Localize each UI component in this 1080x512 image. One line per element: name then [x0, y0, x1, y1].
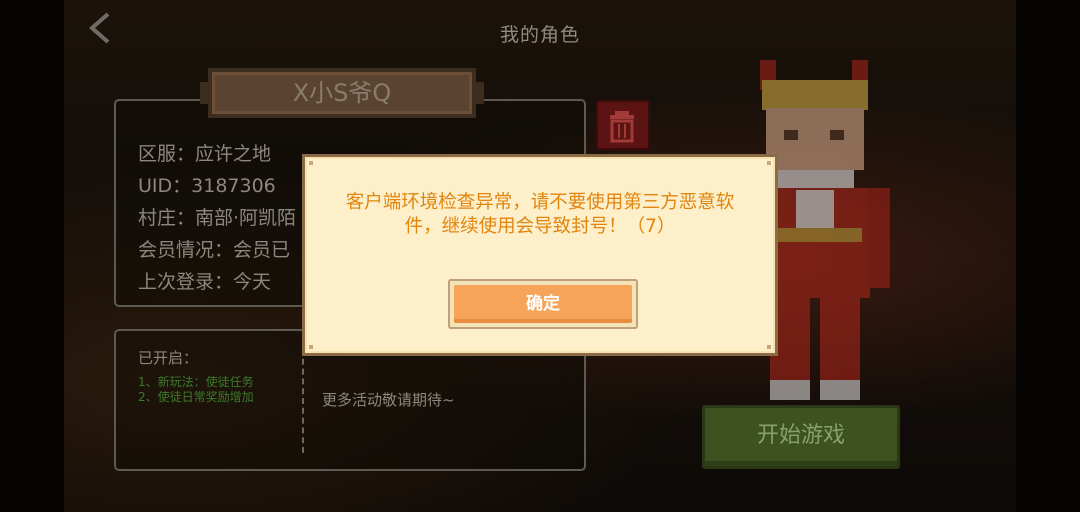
warning-dialog: 客户端环境检查异常，请不要使用第三方恶意软件，继续使用会导致封号！（7） 确定	[302, 154, 778, 356]
page-title: 我的角色	[499, 24, 580, 46]
trash-icon	[610, 111, 634, 143]
last-login-info: 上次登录：今天	[138, 271, 272, 293]
corner-ornament	[309, 345, 313, 349]
events-divider	[302, 349, 304, 453]
corner-ornament	[309, 161, 313, 165]
role-name: X小S爷Q	[292, 79, 392, 107]
right-letterbox	[1016, 0, 1080, 512]
confirm-button[interactable]: 确定	[448, 279, 638, 329]
more-events-text: 更多活动敬请期待~	[322, 391, 455, 409]
start-game-label: 开始游戏	[756, 423, 845, 448]
event-item: 2、使徒日常奖励增加	[138, 390, 254, 404]
corner-ornament	[767, 345, 771, 349]
delete-role-button[interactable]	[596, 100, 650, 150]
corner-ornament	[767, 161, 771, 165]
server-info: 区服：应许之地	[138, 143, 272, 165]
start-game-button[interactable]: 开始游戏	[702, 405, 900, 469]
confirm-button-face: 确定	[454, 285, 632, 323]
uid-info: UID：3187306	[138, 175, 276, 197]
membership-info: 会员情况：会员已	[138, 239, 291, 261]
confirm-label: 确定	[526, 294, 560, 314]
events-title: 已开启：	[138, 349, 199, 367]
dialog-message: 客户端环境检查异常，请不要使用第三方恶意软件，继续使用会导致封号！（7）	[345, 192, 735, 237]
role-name-plate: X小S爷Q	[200, 68, 484, 118]
village-info: 村庄：南部·阿凯陌	[138, 207, 297, 229]
left-letterbox	[0, 0, 64, 512]
